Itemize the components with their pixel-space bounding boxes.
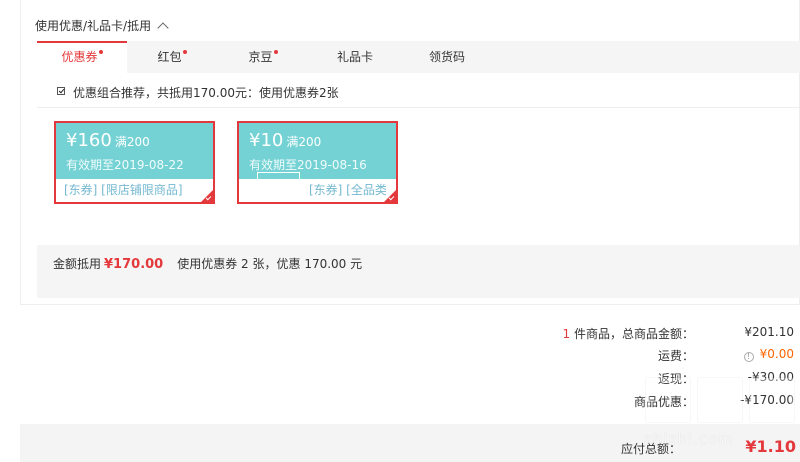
shipping-row: 运费： ! ¥0.00 <box>0 347 800 367</box>
discount-summary: 金额抵用 ¥170.00 使用优惠券 2 张，优惠 170.00 元 <box>53 255 362 272</box>
coupon-amount: ¥10 <box>249 130 284 151</box>
new-dot-icon <box>98 50 103 54</box>
chevron-up-icon[interactable] <box>157 22 169 34</box>
coupon-condition: 满200 <box>114 135 150 149</box>
info-icon[interactable]: ! <box>743 352 754 362</box>
new-dot-icon <box>273 50 278 54</box>
items-value: ¥201.10 <box>744 325 794 339</box>
shipping-value: ¥0.00 <box>759 347 794 361</box>
coupon-validity: 有效期至2019-08-22 <box>66 158 184 172</box>
watermark: zhizhi.com <box>616 378 796 462</box>
combo-recommend-row: 优惠组合推荐，共抵用170.00元：使用优惠券2张 <box>37 73 800 108</box>
combo-recommend-checkbox[interactable] <box>57 87 65 95</box>
watermark-text: zhizhi.com <box>644 430 734 448</box>
tab-pickup-code[interactable]: 领货码 <box>401 41 493 73</box>
watermark-logo-icon <box>750 378 794 422</box>
coupon-face: ¥160 满200 有效期至2019-08-22 <box>56 123 213 179</box>
new-dot-icon <box>182 50 187 54</box>
coupon-tags: [东券] [全品类 <box>309 183 387 197</box>
items-label: 件商品，总商品金额： <box>573 327 694 341</box>
coupon-tags: [东券] [限店铺限商品] <box>64 183 183 197</box>
coupon-face: ¥10 满200 有效期至2019-08-16 <box>239 123 396 179</box>
watermark-logo-icon <box>646 378 690 422</box>
combo-recommend-text: 优惠组合推荐，共抵用170.00元：使用优惠券2张 <box>73 86 339 100</box>
watermark-logo-icon <box>698 378 742 422</box>
tab-gift-card[interactable]: 礼品卡 <box>309 41 401 73</box>
tab-red-packet[interactable]: 红包 <box>127 41 217 73</box>
coupon-condition: 满200 <box>286 135 322 149</box>
tab-coupons[interactable]: 优惠券 <box>37 41 127 73</box>
discount-summary-bar: 金额抵用 ¥170.00 使用优惠券 2 张，优惠 170.00 元 <box>37 245 800 298</box>
summary-label: 金额抵用 <box>53 257 102 271</box>
coupon-panel: 使用优惠/礼品卡/抵用 优惠券 红包 京豆 礼品卡 领货码 优惠组合推荐，共抵用… <box>20 0 800 305</box>
item-count: 1 <box>562 327 571 341</box>
coupon-amount: ¥160 <box>66 130 112 151</box>
total-items-row: 1 件商品，总商品金额： ¥201.10 <box>0 325 800 345</box>
coupon-validity: 有效期至2019-08-16 <box>249 158 367 172</box>
coupon-tabs: 优惠券 红包 京豆 礼品卡 领货码 <box>37 41 800 73</box>
summary-description: 使用优惠券 2 张，优惠 170.00 元 <box>177 257 363 271</box>
coupon-section-header[interactable]: 使用优惠/礼品卡/抵用 <box>35 17 169 34</box>
shipping-label: 运费： <box>657 349 694 363</box>
coupon-card[interactable]: ¥10 满200 有效期至2019-08-16 [东券] [全品类 <box>237 121 398 204</box>
tab-jingdou[interactable]: 京豆 <box>217 41 309 73</box>
summary-amount: ¥170.00 <box>104 257 164 272</box>
coupon-section-title: 使用优惠/礼品卡/抵用 <box>35 19 152 33</box>
coupon-card[interactable]: ¥160 满200 有效期至2019-08-22 [东券] [限店铺限商品] <box>54 121 215 204</box>
